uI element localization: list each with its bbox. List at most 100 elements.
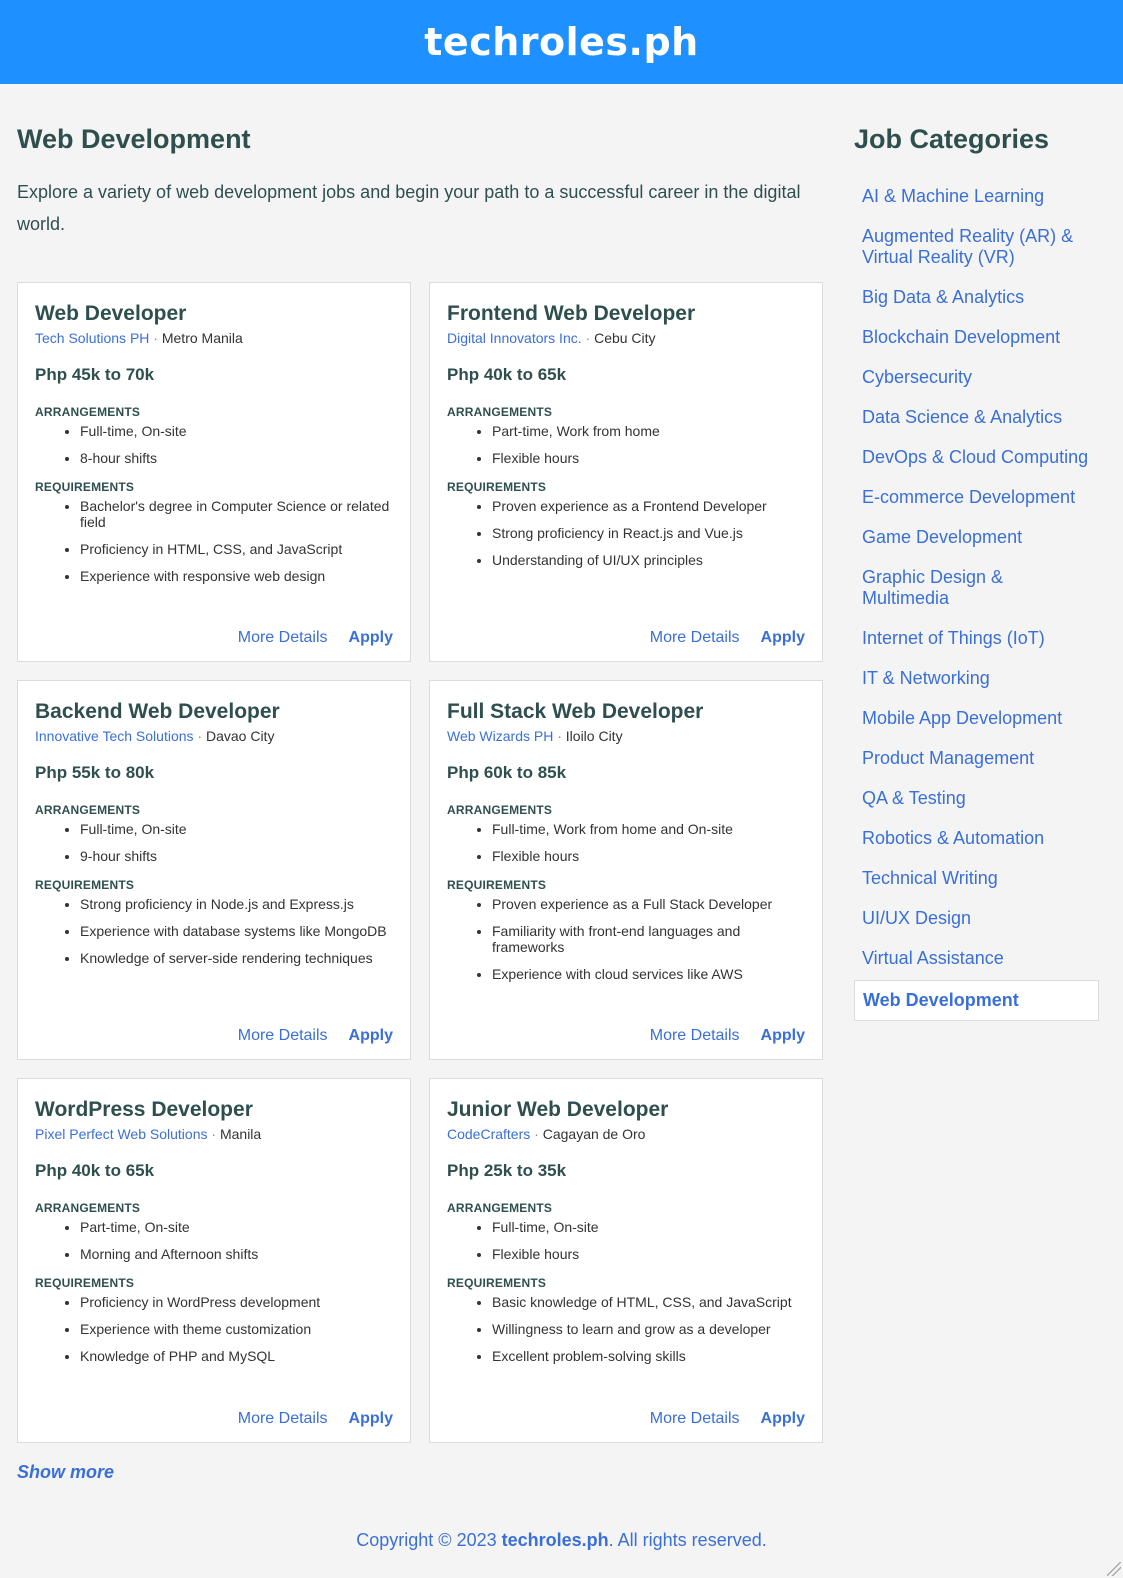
show-more-link[interactable]: Show more xyxy=(17,1462,114,1483)
category-item-technical-writing[interactable]: Technical Writing xyxy=(854,864,1099,893)
arrangement-item: Flexible hours xyxy=(492,450,805,466)
arrangement-item: Full-time, On-site xyxy=(80,423,393,439)
category-item-internet-of-things-iot[interactable]: Internet of Things (IoT) xyxy=(854,624,1099,653)
job-card: Junior Web Developer CodeCrafters · Cagay… xyxy=(429,1078,823,1443)
salary-currency: Php xyxy=(35,763,68,782)
arrangement-item: 9-hour shifts xyxy=(80,848,393,864)
site-title[interactable]: techroles.ph xyxy=(424,20,698,64)
more-details-link[interactable]: More Details xyxy=(238,1410,328,1428)
salary-range: 40k to 65k xyxy=(483,365,567,384)
page-title: Web Development xyxy=(17,124,251,154)
requirements-list: Bachelor's degree in Computer Science or… xyxy=(35,498,393,584)
arrangement-item: Flexible hours xyxy=(492,848,805,864)
arrangement-item: Flexible hours xyxy=(492,1246,805,1262)
job-salary: Php 45k to 70k xyxy=(35,365,393,385)
sidebar: Job Categories AI & Machine Learning Augm… xyxy=(854,84,1099,1032)
more-details-link[interactable]: More Details xyxy=(238,1027,328,1045)
job-title[interactable]: WordPress Developer xyxy=(35,1097,393,1123)
arrangement-item: Full-time, Work from home and On-site xyxy=(492,821,805,837)
job-meta: Web Wizards PH · Iloilo City xyxy=(447,727,805,745)
category-item-ui-ux-design[interactable]: UI/UX Design xyxy=(854,904,1099,933)
arrangement-item: Part-time, Work from home xyxy=(492,423,805,439)
requirements-label: REQUIREMENTS xyxy=(35,1276,135,1290)
salary-currency: Php xyxy=(35,365,68,384)
category-item-cybersecurity[interactable]: Cybersecurity xyxy=(854,363,1099,392)
job-card: WordPress Developer Pixel Perfect Web Sol… xyxy=(17,1078,411,1443)
requirement-item: Proven experience as a Full Stack Develo… xyxy=(492,896,805,912)
category-item-game-development[interactable]: Game Development xyxy=(854,523,1099,552)
category-item-product-management[interactable]: Product Management xyxy=(854,744,1099,773)
arrangements-list: Full-time, Work from home and On-site Fle… xyxy=(447,821,805,864)
company-link[interactable]: Web Wizards PH xyxy=(447,728,553,744)
apply-link[interactable]: Apply xyxy=(761,1027,805,1045)
more-details-link[interactable]: More Details xyxy=(650,1410,740,1428)
category-item-augmented-reality-ar-virtual-reality-vr[interactable]: Augmented Reality (AR) & Virtual Reality… xyxy=(854,222,1099,272)
category-item-blockchain-development[interactable]: Blockchain Development xyxy=(854,323,1099,352)
category-item-graphic-design-multimedia[interactable]: Graphic Design & Multimedia xyxy=(854,563,1099,613)
job-location: Metro Manila xyxy=(161,330,243,346)
more-details-link[interactable]: More Details xyxy=(650,629,740,647)
card-actions: More Details Apply xyxy=(650,1410,805,1428)
salary-range: 25k to 35k xyxy=(483,1161,567,1180)
category-item-robotics-automation[interactable]: Robotics & Automation xyxy=(854,824,1099,853)
resize-grip-icon[interactable] xyxy=(1107,1562,1121,1576)
category-item-virtual-assistance[interactable]: Virtual Assistance xyxy=(854,944,1099,973)
apply-link[interactable]: Apply xyxy=(761,1410,805,1428)
requirement-item: Experience with database systems like Mo… xyxy=(80,923,393,939)
arrangement-item: Part-time, On-site xyxy=(80,1219,393,1235)
job-title[interactable]: Full Stack Web Developer xyxy=(447,699,805,725)
requirement-item: Familiarity with front-end languages and… xyxy=(492,923,805,955)
requirement-item: Knowledge of PHP and MySQL xyxy=(80,1348,393,1364)
salary-currency: Php xyxy=(447,1161,480,1180)
category-item-e-commerce-development[interactable]: E-commerce Development xyxy=(854,483,1099,512)
apply-link[interactable]: Apply xyxy=(761,629,805,647)
more-details-link[interactable]: More Details xyxy=(650,1027,740,1045)
category-item-devops-cloud-computing[interactable]: DevOps & Cloud Computing xyxy=(854,443,1099,472)
category-item-it-networking[interactable]: IT & Networking xyxy=(854,664,1099,693)
card-actions: More Details Apply xyxy=(650,629,805,647)
company-link[interactable]: Digital Innovators Inc. xyxy=(447,330,582,346)
job-meta: Innovative Tech Solutions · Davao City xyxy=(35,727,393,745)
arrangement-item: Full-time, On-site xyxy=(492,1219,805,1235)
company-link[interactable]: Pixel Perfect Web Solutions xyxy=(35,1126,208,1142)
company-link[interactable]: CodeCrafters xyxy=(447,1126,530,1142)
requirement-item: Proficiency in HTML, CSS, and JavaScript xyxy=(80,541,393,557)
page-intro: Explore a variety of web development job… xyxy=(17,182,801,234)
job-title[interactable]: Backend Web Developer xyxy=(35,699,393,725)
job-location: Manila xyxy=(219,1126,262,1142)
meta-separator: · xyxy=(211,1126,217,1142)
arrangements-list: Full-time, On-site 8-hour shifts xyxy=(35,423,393,466)
requirements-label: REQUIREMENTS xyxy=(447,1276,547,1290)
company-link[interactable]: Tech Solutions PH xyxy=(35,330,149,346)
more-details-link[interactable]: More Details xyxy=(238,629,328,647)
job-location: Cagayan de Oro xyxy=(542,1126,646,1142)
category-item-ai-machine-learning[interactable]: AI & Machine Learning xyxy=(854,182,1099,211)
site-header: techroles.ph xyxy=(0,0,1123,84)
requirement-item: Experience with theme customization xyxy=(80,1321,393,1337)
apply-link[interactable]: Apply xyxy=(349,1027,393,1045)
job-card: Full Stack Web Developer Web Wizards PH ·… xyxy=(429,680,823,1060)
arrangements-label: ARRANGEMENTS xyxy=(35,405,141,419)
job-title[interactable]: Frontend Web Developer xyxy=(447,301,805,327)
apply-link[interactable]: Apply xyxy=(349,629,393,647)
requirement-item: Basic knowledge of HTML, CSS, and JavaSc… xyxy=(492,1294,805,1310)
category-item-web-development[interactable]: Web Development xyxy=(854,980,1099,1021)
requirements-list: Basic knowledge of HTML, CSS, and JavaSc… xyxy=(447,1294,805,1364)
job-title[interactable]: Web Developer xyxy=(35,301,393,327)
requirements-label: REQUIREMENTS xyxy=(447,878,547,892)
category-item-big-data-analytics[interactable]: Big Data & Analytics xyxy=(854,283,1099,312)
job-title[interactable]: Junior Web Developer xyxy=(447,1097,805,1123)
requirement-item: Experience with responsive web design xyxy=(80,568,393,584)
salary-currency: Php xyxy=(35,1161,68,1180)
company-link[interactable]: Innovative Tech Solutions xyxy=(35,728,194,744)
category-item-data-science-analytics[interactable]: Data Science & Analytics xyxy=(854,403,1099,432)
category-item-mobile-app-development[interactable]: Mobile App Development xyxy=(854,704,1099,733)
arrangement-item: 8-hour shifts xyxy=(80,450,393,466)
category-item-qa-testing[interactable]: QA & Testing xyxy=(854,784,1099,813)
card-actions: More Details Apply xyxy=(238,629,393,647)
sidebar-title: Job Categories xyxy=(854,124,1050,154)
arrangements-label: ARRANGEMENTS xyxy=(447,1201,553,1215)
footer-brand[interactable]: techroles.ph xyxy=(502,1530,609,1550)
requirements-list: Proven experience as a Frontend Develope… xyxy=(447,498,805,568)
apply-link[interactable]: Apply xyxy=(349,1410,393,1428)
